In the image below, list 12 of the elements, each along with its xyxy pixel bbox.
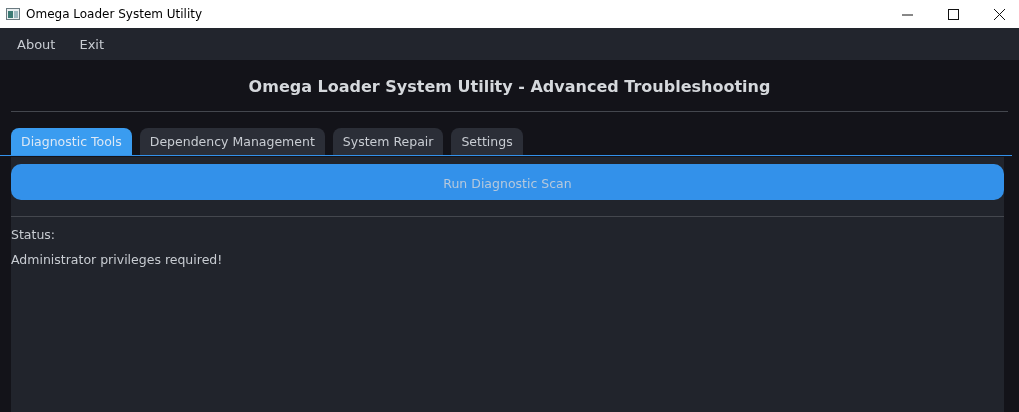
close-icon[interactable] (994, 8, 1005, 20)
status-label: Status: (11, 227, 56, 242)
menu-item[interactable]: Exit (79, 36, 105, 52)
window-title: Omega Loader System Utility (26, 7, 203, 21)
status-message: Administrator privileges required! (11, 252, 223, 267)
tab[interactable]: System Repair (332, 128, 444, 155)
tab[interactable]: Dependency Management (139, 128, 325, 155)
page-heading: Omega Loader System Utility - Advanced Troubleshooting (247, 77, 772, 98)
tab[interactable]: Settings (451, 128, 523, 155)
menu-item[interactable]: About (17, 36, 56, 52)
maximize-icon[interactable] (948, 8, 959, 20)
app-icon (6, 8, 20, 20)
